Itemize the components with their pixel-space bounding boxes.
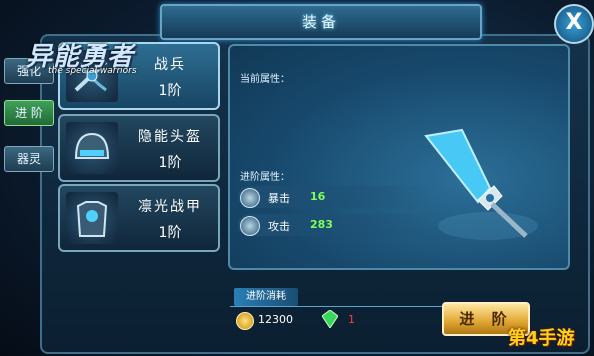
- stat-bullet-icon: [240, 188, 260, 208]
- attribute-panel: 当前属性： 进阶属性： 暴击 16 攻击 283: [228, 44, 570, 270]
- title-bar: 装备: [160, 4, 482, 40]
- equipment-level: 1阶: [158, 83, 182, 99]
- equipment-name: 凛光战甲: [138, 199, 202, 215]
- equipment-level: 1阶: [158, 155, 182, 171]
- stat-row: 暴击 16: [238, 186, 434, 208]
- divider: [230, 306, 456, 307]
- advance-cost-header: 进阶消耗: [234, 288, 298, 306]
- gem-cost: 1: [348, 313, 355, 326]
- current-attributes-label: 当前属性：: [240, 74, 290, 85]
- game-logo: 异能勇者 the special warriors: [26, 36, 176, 80]
- armor-icon: [66, 192, 118, 244]
- equipment-level: 1阶: [158, 225, 182, 241]
- stat-value: 16: [310, 190, 326, 203]
- equipment-name: 隐能头盔: [138, 129, 202, 145]
- stat-value: 283: [310, 218, 333, 231]
- equipment-card-helmet[interactable]: 隐能头盔 1阶: [58, 114, 220, 182]
- gem-icon: [321, 309, 339, 329]
- advance-attributes-label: 进阶属性：: [240, 172, 290, 183]
- stat-name: 暴击: [268, 192, 290, 205]
- stat-name: 攻击: [268, 220, 290, 233]
- close-button[interactable]: X: [554, 4, 594, 44]
- tab-spirit[interactable]: 器灵: [4, 146, 54, 172]
- stat-row: 攻击 283: [238, 214, 434, 236]
- gold-coin-icon: [236, 312, 254, 330]
- gold-cost: 12300: [258, 313, 293, 326]
- close-icon: X: [565, 10, 583, 35]
- tab-advance[interactable]: 进 阶: [4, 100, 54, 126]
- helmet-icon: [66, 122, 118, 174]
- window-title: 装备: [301, 13, 340, 31]
- weapon-preview-icon: [418, 126, 538, 246]
- logo-subtitle: the special warriors: [48, 66, 137, 76]
- equipment-card-armor[interactable]: 凛光战甲 1阶: [58, 184, 220, 252]
- stat-bullet-icon: [240, 216, 260, 236]
- site-watermark: 第4手游: [508, 328, 575, 349]
